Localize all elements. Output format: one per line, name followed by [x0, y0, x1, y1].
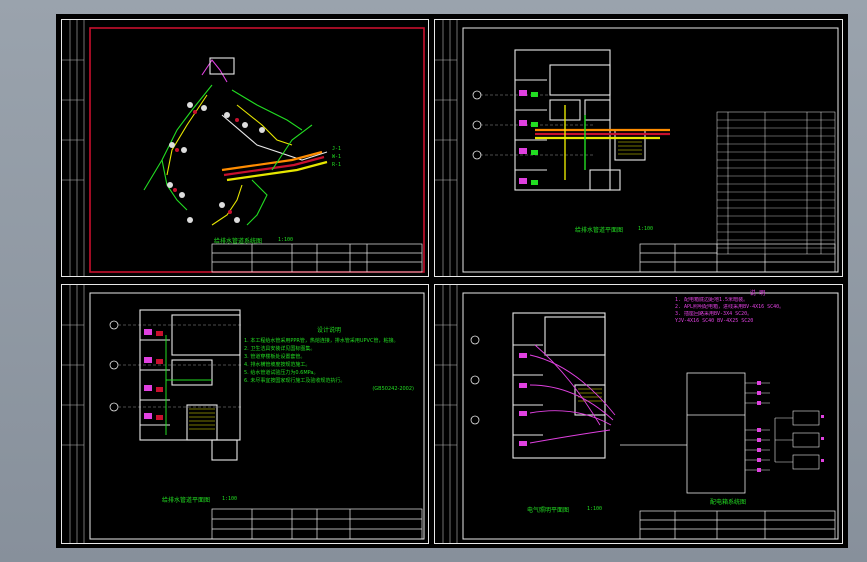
svg-text:R-1: R-1: [332, 162, 341, 168]
note-line: 3. 管道穿楼板处设置套管。: [244, 354, 306, 360]
sheet-4-scale: 1:100: [587, 506, 603, 512]
drawing-sheet-1[interactable]: J-1 W-1 R-1 给排水管道系统图 1:100: [61, 19, 429, 277]
note-line: 2. 卫生洁具安装详见国标图集。: [244, 346, 316, 352]
svg-text:W-1: W-1: [332, 154, 341, 160]
drawing-sheet-4[interactable]: 说 明 1. 配电箱底边距地1.5米暗装。 2. APL照明配电箱，进线采用BV…: [434, 284, 843, 544]
note-line: 6. 未尽事宜按国家现行施工及验收规范执行。: [244, 378, 346, 384]
note-line: (GB50242-2002): [372, 386, 414, 392]
note-line: YJV-4X16 SC40 BV-4X25 SC20: [675, 318, 754, 324]
note-line: 1. 本工程给水管采用PPR管，热熔连接，排水管采用UPVC管，粘接。: [244, 338, 399, 344]
sheet-4-title: 电气照明平面图: [527, 507, 570, 514]
svg-text:J-1: J-1: [332, 146, 341, 152]
cad-viewport[interactable]: J-1 W-1 R-1 给排水管道系统图 1:100 给排水管道平面图 1:10…: [56, 14, 848, 548]
sheet-2-drawing: [435, 20, 839, 276]
drawing-sheet-2[interactable]: 给排水管道平面图 1:100: [434, 19, 843, 277]
note-line: 5. 给水管道试验压力为0.6MPa。: [244, 370, 319, 376]
sheet-3-title: 给排水管道平面图: [162, 497, 211, 504]
design-notes-heading: 设计说明: [316, 327, 341, 334]
electrical-notes: 说 明 1. 配电箱底边距地1.5米暗装。 2. APL照明配电箱，进线采用BV…: [675, 290, 840, 325]
sheet-2-title: 给排水管道平面图: [575, 227, 624, 234]
system-diagram-title: 配电箱系统图: [710, 499, 747, 506]
note-line: 4. 排水横管坡度按规范施工。: [244, 362, 311, 368]
design-notes: 设计说明 1. 本工程给水管采用PPR管，热熔连接，排水管采用UPVC管，粘接。…: [244, 327, 414, 393]
sheet-3-scale: 1:100: [222, 496, 238, 502]
drawing-sheet-3[interactable]: 设计说明 1. 本工程给水管采用PPR管，热熔连接，排水管采用UPVC管，粘接。…: [61, 284, 429, 544]
sheet-1-scale: 1:100: [278, 237, 294, 243]
sheet-1-title: 给排水管道系统图: [214, 238, 263, 245]
note-line: 3. 插座回路采用BV-3X4 SC20。: [675, 311, 753, 317]
note-line: 1. 配电箱底边距地1.5米暗装。: [675, 297, 749, 303]
sheet-3-drawing: [62, 285, 425, 543]
note-line: 2. APL照明配电箱，进线采用BV-4X16 SC40。: [675, 304, 785, 310]
sheet-2-scale: 1:100: [638, 226, 654, 232]
electrical-notes-heading: 说 明: [749, 290, 766, 297]
